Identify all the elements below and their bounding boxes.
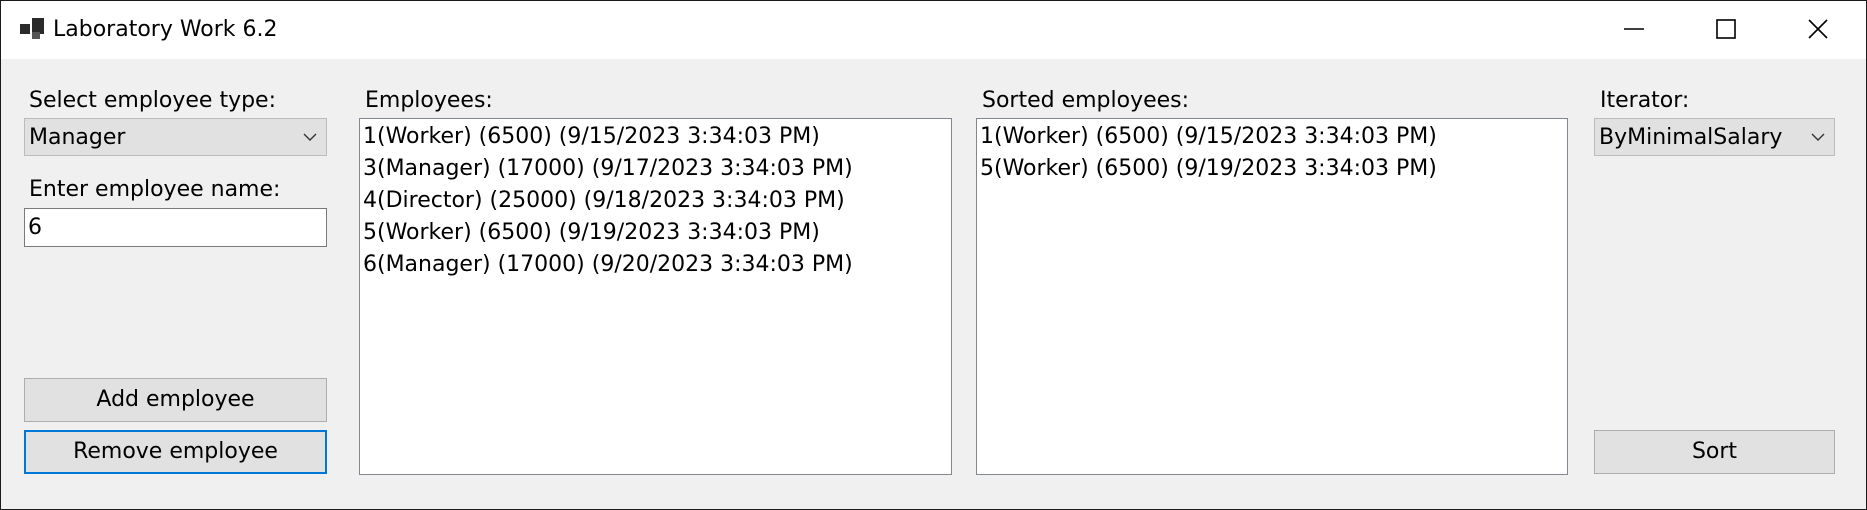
list-item[interactable]: 5(Worker) (6500) (9/19/2023 3:34:03 PM) [363,217,820,249]
title-bar[interactable]: Laboratory Work 6.2 [1,1,1866,59]
list-item[interactable]: 5(Worker) (6500) (9/19/2023 3:34:03 PM) [980,153,1437,185]
sort-button[interactable]: Sort [1594,430,1835,474]
minimize-icon [1624,28,1644,30]
sorted-employees-label: Sorted employees: [982,88,1190,113]
iterator-label: Iterator: [1600,88,1690,113]
list-item[interactable]: 3(Manager) (17000) (9/17/2023 3:34:03 PM… [363,153,853,185]
iterator-selected: ByMinimalSalary [1599,125,1783,150]
window-title: Laboratory Work 6.2 [53,17,278,42]
sorted-employees-list[interactable]: 1(Worker) (6500) (9/15/2023 3:34:03 PM) … [976,118,1568,475]
minimize-button[interactable] [1589,1,1681,59]
add-employee-button[interactable]: Add employee [24,378,327,422]
employee-type-dropdown[interactable]: Manager [24,118,327,156]
list-item[interactable]: 1(Worker) (6500) (9/15/2023 3:34:03 PM) [363,121,820,153]
main-window: Laboratory Work 6.2 Select employee type… [0,0,1867,510]
remove-employee-button[interactable]: Remove employee [24,430,327,474]
employee-name-label: Enter employee name: [29,177,281,202]
iterator-dropdown[interactable]: ByMinimalSalary [1594,118,1835,156]
close-icon [1808,19,1828,39]
chevron-down-icon [1811,133,1825,141]
chevron-down-icon [303,133,317,141]
maximize-icon [1716,19,1736,39]
employee-type-selected: Manager [29,125,126,150]
employee-name-field[interactable] [24,208,327,247]
close-button[interactable] [1773,1,1865,59]
list-item[interactable]: 6(Manager) (17000) (9/20/2023 3:34:03 PM… [363,249,853,281]
employees-label: Employees: [365,88,493,113]
app-window-icon [20,18,44,40]
employee-name-input[interactable] [25,209,326,246]
employee-type-label: Select employee type: [29,88,277,113]
list-item[interactable]: 1(Worker) (6500) (9/15/2023 3:34:03 PM) [980,121,1437,153]
list-item[interactable]: 4(Director) (25000) (9/18/2023 3:34:03 P… [363,185,845,217]
maximize-button[interactable] [1681,1,1773,59]
employees-list[interactable]: 1(Worker) (6500) (9/15/2023 3:34:03 PM) … [359,118,952,475]
